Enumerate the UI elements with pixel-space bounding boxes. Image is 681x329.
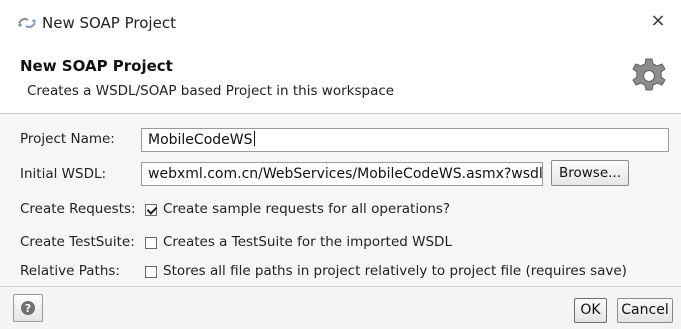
initial-wsdl-label: Initial WSDL: bbox=[20, 166, 107, 182]
create-requests-checkbox[interactable] bbox=[145, 204, 157, 216]
create-testsuite-text: Creates a TestSuite for the imported WSD… bbox=[163, 234, 452, 250]
help-icon: ? bbox=[21, 301, 35, 315]
relative-paths-checkbox[interactable] bbox=[145, 266, 157, 278]
header-banner: New SOAP Project Creates a WSDL/SOAP bas… bbox=[0, 46, 681, 114]
project-form: Project Name: MobileCodeWS Initial WSDL:… bbox=[0, 114, 681, 285]
ok-button[interactable]: OK bbox=[574, 298, 607, 323]
svg-text:?: ? bbox=[25, 302, 31, 315]
title-bar: New SOAP Project × bbox=[0, 0, 681, 46]
cancel-button[interactable]: Cancel bbox=[617, 298, 673, 323]
initial-wsdl-input[interactable]: webxml.com.cn/WebServices/MobileCodeWS.a… bbox=[141, 162, 543, 186]
create-requests-label: Create Requests: bbox=[20, 201, 136, 217]
create-requests-text: Create sample requests for all operation… bbox=[163, 201, 451, 217]
project-name-value: MobileCodeWS bbox=[148, 132, 253, 148]
new-soap-project-dialog: New SOAP Project × New SOAP Project Crea… bbox=[0, 0, 681, 329]
gear-icon bbox=[632, 58, 666, 91]
initial-wsdl-value: webxml.com.cn/WebServices/MobileCodeWS.a… bbox=[148, 166, 543, 182]
window-title: New SOAP Project bbox=[42, 14, 176, 32]
help-button[interactable]: ? bbox=[13, 294, 43, 322]
create-testsuite-checkbox[interactable] bbox=[145, 237, 157, 249]
project-name-label: Project Name: bbox=[20, 131, 115, 147]
banner-description: Creates a WSDL/SOAP based Project in thi… bbox=[27, 83, 395, 99]
close-button[interactable]: × bbox=[647, 10, 669, 32]
button-bar: ? OK Cancel bbox=[0, 286, 681, 329]
browse-button[interactable]: Browse... bbox=[551, 160, 629, 186]
banner-title: New SOAP Project bbox=[20, 57, 173, 75]
create-testsuite-label: Create TestSuite: bbox=[20, 234, 135, 250]
soapui-icon bbox=[18, 18, 36, 28]
text-caret bbox=[253, 131, 255, 146]
relative-paths-text: Stores all file paths in project relativ… bbox=[163, 263, 627, 279]
relative-paths-label: Relative Paths: bbox=[20, 263, 120, 279]
project-name-input[interactable]: MobileCodeWS bbox=[141, 128, 669, 152]
